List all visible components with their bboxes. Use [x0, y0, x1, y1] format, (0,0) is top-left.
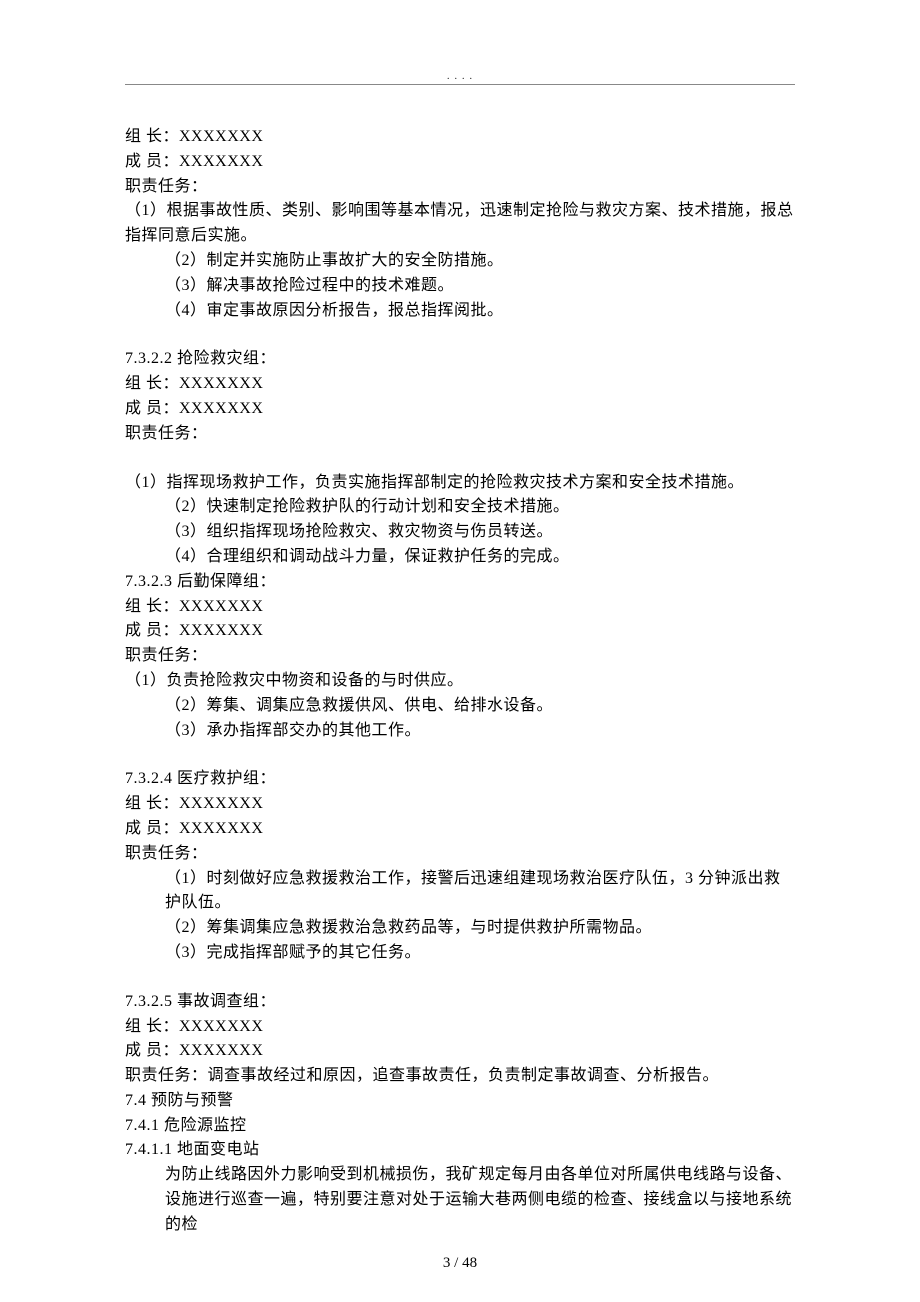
s1-duty-2: （2）制定并实施防止事故扩大的安全防措施。 [125, 249, 795, 274]
s2-duty-label: 职责任务： [125, 422, 795, 447]
s4-duty-2: （2）筹集调集应急救援救治急救药品等，与时提供救护所需物品。 [125, 916, 795, 941]
s3-duty-label: 职责任务： [125, 644, 795, 669]
s6-h1: 7.4 预防与预警 [125, 1089, 795, 1114]
pagination: 3 / 48 [443, 1255, 477, 1271]
s2-duty-2: （2）快速制定抢险救护队的行动计划和安全技术措施。 [125, 495, 795, 520]
s1-members: 成 员：XXXXXXX [125, 150, 795, 175]
s1-duty-label: 职责任务： [125, 175, 795, 200]
s2-duty-1: （1）指挥现场救护工作，负责实施指挥部制定的抢险救灾技术方案和安全技术措施。 [125, 471, 795, 496]
s2-leader: 组 长：XXXXXXX [125, 372, 795, 397]
s2-duty-4: （4）合理组织和调动战斗力量，保证救护任务的完成。 [125, 545, 795, 570]
s4-duty-label: 职责任务： [125, 842, 795, 867]
s1-duty-1: （1）根据事故性质、类别、影响围等基本情况，迅速制定抢险与救灾方案、技术措施，报… [125, 199, 795, 249]
s6-h2: 7.4.1 危险源监控 [125, 1114, 795, 1139]
s4-leader: 组 长：XXXXXXX [125, 792, 795, 817]
s5-duty-line: 职责任务：调查事故经过和原因，追查事故责任，负责制定事故调查、分析报告。 [125, 1064, 795, 1089]
s3-duty-2: （2）筹集、调集应急救援供风、供电、给排水设备。 [125, 694, 795, 719]
s4-title: 7.3.2.4 医疗救护组： [125, 767, 795, 792]
s3-duty-1: （1）负责抢险救灾中物资和设备的与时供应。 [125, 669, 795, 694]
page-footer: 3 / 48 [0, 1255, 920, 1272]
s4-duty-1: （1）时刻做好应急救援救治工作，接警后迅速组建现场救治医疗队伍，3 分钟派出救护… [125, 867, 795, 917]
header-rule-dots: . . . . [125, 70, 795, 85]
s1-duty-4: （4）审定事故原因分析报告，报总指挥阅批。 [125, 299, 795, 324]
s6-p1: 为防止线路因外力影响受到机械损伤，我矿规定每月由各单位对所属供电线路与设备、设施… [125, 1163, 795, 1237]
s1-duty-3: （3）解决事故抢险过程中的技术难题。 [125, 274, 795, 299]
s4-members: 成 员：XXXXXXX [125, 817, 795, 842]
document-body: 组 长：XXXXXXX 成 员：XXXXXXX 职责任务： （1）根据事故性质、… [125, 125, 795, 1238]
s3-duty-3: （3）承办指挥部交办的其他工作。 [125, 719, 795, 744]
s4-duty-3: （3）完成指挥部赋予的其它任务。 [125, 941, 795, 966]
s5-title: 7.3.2.5 事故调查组： [125, 990, 795, 1015]
s3-members: 成 员：XXXXXXX [125, 619, 795, 644]
s6-h3: 7.4.1.1 地面变电站 [125, 1138, 795, 1163]
s3-title: 7.3.2.3 后勤保障组： [125, 570, 795, 595]
s2-members: 成 员：XXXXXXX [125, 397, 795, 422]
header-dots: . . . . [447, 70, 473, 82]
s3-leader: 组 长：XXXXXXX [125, 595, 795, 620]
s2-duty-3: （3）组织指挥现场抢险救灾、救灾物资与伤员转送。 [125, 520, 795, 545]
s5-members: 成 员：XXXXXXX [125, 1039, 795, 1064]
s5-leader: 组 长：XXXXXXX [125, 1015, 795, 1040]
s1-leader: 组 长：XXXXXXX [125, 125, 795, 150]
s2-title: 7.3.2.2 抢险救灾组： [125, 347, 795, 372]
